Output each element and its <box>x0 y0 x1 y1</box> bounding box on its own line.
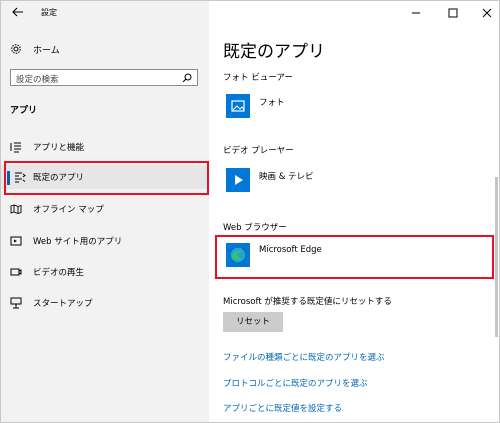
settings-window: 設定 ホーム 設定の検索 アプリ アプリと機能 既定のアプリ オフライン マップ… <box>0 0 500 423</box>
link-choose-by-protocol[interactable]: プロトコルごとに既定のアプリを選ぶ <box>223 377 368 389</box>
window-title: 設定 <box>41 8 57 17</box>
video-icon <box>10 268 22 276</box>
minimize-icon[interactable] <box>410 7 422 19</box>
reset-button[interactable]: リセット <box>223 312 283 332</box>
highlight-box <box>215 235 494 279</box>
link-choose-by-file-type[interactable]: ファイルの種類ごとに既定のアプリを選ぶ <box>223 351 385 363</box>
main-content: 既定のアプリ フォト ビューアー フォト ビデオ プレーヤー 映画 & テレビ … <box>209 1 499 422</box>
photos-icon <box>226 94 250 118</box>
sidebar-item-label: Web サイト用のアプリ <box>33 237 123 247</box>
app-name: フォト <box>259 98 285 108</box>
section-title: アプリ <box>10 106 38 116</box>
search-input[interactable]: 設定の検索 <box>10 69 198 86</box>
sidebar-item-offline-maps[interactable]: オフライン マップ <box>1 197 209 221</box>
sidebar-item-label: ホーム <box>33 46 60 56</box>
back-arrow-icon[interactable] <box>11 5 25 19</box>
search-icon[interactable] <box>182 73 192 83</box>
category-label: Web ブラウザー <box>223 223 287 233</box>
list-icon <box>10 142 21 153</box>
maximize-icon[interactable] <box>447 7 459 19</box>
category-label: ビデオ プレーヤー <box>223 146 294 156</box>
sidebar-item-apps-features[interactable]: アプリと機能 <box>1 135 209 159</box>
scrollbar[interactable] <box>495 177 498 337</box>
startup-icon <box>10 297 22 309</box>
reset-description: Microsoft が推奨する既定値にリセットする <box>223 297 392 307</box>
sidebar: 設定 ホーム 設定の検索 アプリ アプリと機能 既定のアプリ オフライン マップ… <box>1 1 209 422</box>
sidebar-item-label: スタートアップ <box>33 299 93 309</box>
search-placeholder: 設定の検索 <box>16 75 59 85</box>
offline-map-icon <box>10 204 22 214</box>
sidebar-item-startup[interactable]: スタートアップ <box>1 291 209 315</box>
page-title: 既定のアプリ <box>223 42 325 62</box>
title-bar: 設定 <box>1 1 209 25</box>
sidebar-item-home[interactable]: ホーム <box>1 39 209 59</box>
sidebar-item-label: ビデオの再生 <box>33 268 85 278</box>
gear-icon <box>11 44 21 54</box>
link-set-by-app[interactable]: アプリごとに既定値を設定する <box>223 402 342 414</box>
sidebar-item-label: アプリと機能 <box>33 143 85 153</box>
app-name: 映画 & テレビ <box>259 172 314 182</box>
movies-tv-icon <box>226 168 250 192</box>
web-apps-icon <box>10 236 22 246</box>
sidebar-item-web-apps[interactable]: Web サイト用のアプリ <box>1 229 209 253</box>
category-label: フォト ビューアー <box>223 73 293 83</box>
sidebar-item-label: オフライン マップ <box>33 205 104 215</box>
sidebar-item-video-playback[interactable]: ビデオの再生 <box>1 260 209 284</box>
highlight-box <box>4 161 209 195</box>
close-icon[interactable] <box>481 7 493 19</box>
